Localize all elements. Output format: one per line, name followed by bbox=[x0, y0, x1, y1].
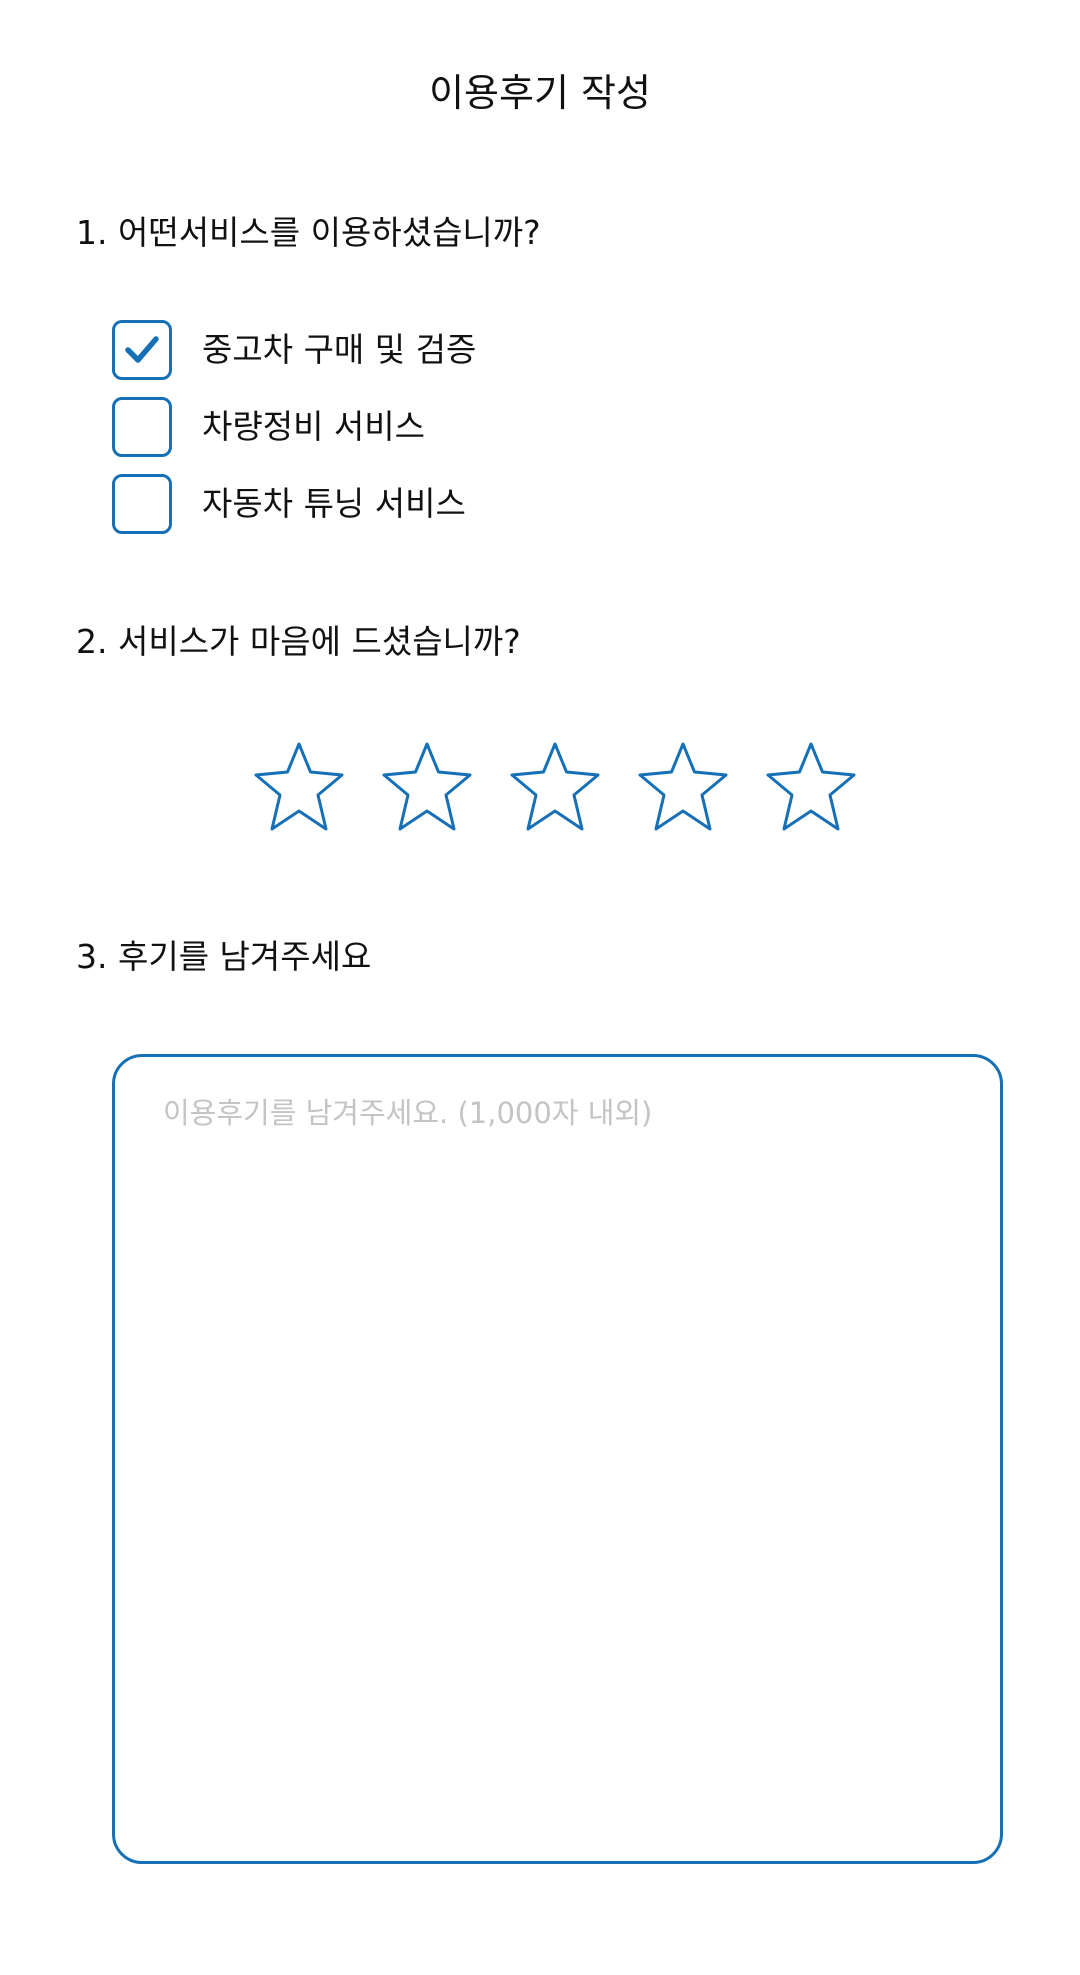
service-options: 중고차 구매 및 검증 차량정비 서비스 자동차 튜닝 서비스 bbox=[112, 318, 476, 549]
question-satisfaction: 2. 서비스가 마음에 드셨습니까? bbox=[76, 622, 521, 661]
checkbox-maintenance[interactable] bbox=[112, 397, 172, 457]
star-3-button[interactable] bbox=[508, 740, 602, 834]
service-option-label: 자동차 튜닝 서비스 bbox=[202, 484, 466, 523]
service-option-used-car[interactable]: 중고차 구매 및 검증 bbox=[112, 318, 476, 382]
question-service-type: 1. 어떤서비스를 이용하셨습니까? bbox=[76, 213, 541, 252]
check-icon bbox=[125, 336, 159, 363]
star-outline-icon bbox=[638, 742, 728, 831]
star-rating bbox=[252, 740, 858, 834]
star-outline-icon bbox=[510, 742, 600, 831]
star-outline-icon bbox=[382, 742, 472, 831]
checkbox-used-car[interactable] bbox=[112, 320, 172, 380]
service-option-label: 중고차 구매 및 검증 bbox=[202, 330, 477, 369]
page-title: 이용후기 작성 bbox=[429, 71, 651, 115]
star-outline-icon bbox=[766, 742, 856, 831]
star-1-button[interactable] bbox=[252, 740, 346, 834]
review-box bbox=[112, 1054, 1003, 1864]
star-2-button[interactable] bbox=[380, 740, 474, 834]
review-textarea[interactable] bbox=[163, 1091, 943, 1811]
star-4-button[interactable] bbox=[636, 740, 730, 834]
service-option-label: 차량정비 서비스 bbox=[202, 407, 426, 446]
service-option-maintenance[interactable]: 차량정비 서비스 bbox=[112, 395, 476, 459]
checkbox-tuning[interactable] bbox=[112, 474, 172, 534]
star-outline-icon bbox=[254, 742, 344, 831]
star-5-button[interactable] bbox=[764, 740, 858, 834]
service-option-tuning[interactable]: 자동차 튜닝 서비스 bbox=[112, 472, 476, 536]
question-review: 3. 후기를 남겨주세요 bbox=[76, 937, 372, 976]
